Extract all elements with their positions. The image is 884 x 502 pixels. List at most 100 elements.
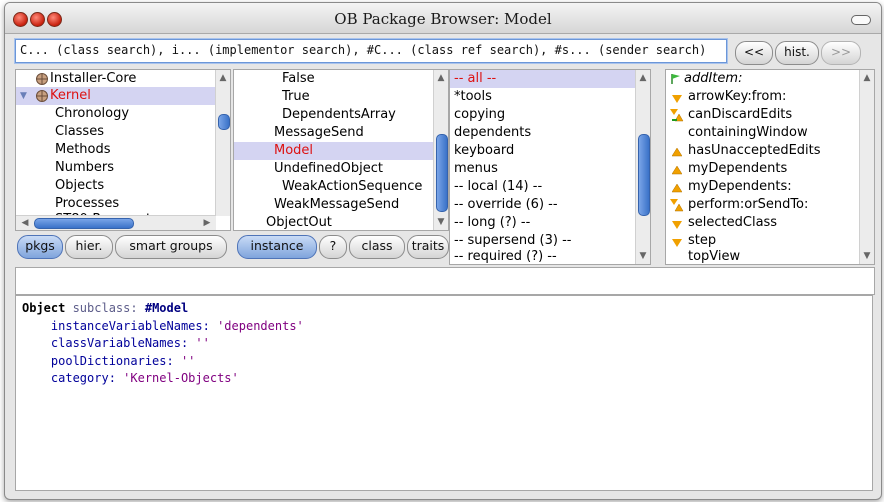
list-item[interactable]: Objects: [16, 177, 230, 195]
browser-window: OB Package Browser: Model C... (class se…: [4, 2, 882, 500]
method-label: hasUnacceptedEdits: [688, 143, 821, 158]
list-item[interactable]: Methods: [16, 141, 230, 159]
scroll-thumb[interactable]: [638, 134, 650, 216]
scroll-down-icon[interactable]: ▼: [434, 216, 448, 228]
list-item[interactable]: addItem:: [666, 70, 874, 88]
vertical-scrollbar[interactable]: ▲ ▼: [859, 70, 874, 264]
list-item[interactable]: -- all --: [450, 70, 650, 88]
protocol-label: dependents: [454, 125, 532, 140]
scroll-thumb[interactable]: [436, 134, 448, 212]
list-item[interactable]: -- required (?) --: [450, 248, 650, 264]
list-item[interactable]: myDependents:: [666, 178, 874, 196]
forward-button[interactable]: >>: [821, 41, 861, 65]
method-list[interactable]: addItem: arrowKey:from: canDiscardEdits …: [665, 69, 875, 265]
help-button[interactable]: ?: [319, 235, 347, 259]
method-label: myDependents:: [688, 179, 792, 194]
list-item[interactable]: -- override (6) --: [450, 196, 650, 214]
list-item[interactable]: myDependents: [666, 160, 874, 178]
list-item[interactable]: selectedClass: [666, 214, 874, 232]
category-label: Methods: [55, 142, 111, 157]
list-item[interactable]: dependents: [450, 124, 650, 142]
class-label: Model: [274, 143, 314, 158]
list-item[interactable]: WeakActionSequence: [234, 178, 448, 196]
protocol-label: menus: [454, 161, 498, 176]
package-list[interactable]: Installer-Core ▼ Kernel Chronology Class…: [15, 69, 231, 231]
list-item[interactable]: containingWindow: [666, 124, 874, 142]
code-token: subclass:: [65, 301, 145, 315]
scroll-thumb[interactable]: [218, 114, 230, 130]
title-bar[interactable]: OB Package Browser: Model: [5, 3, 881, 34]
vertical-scrollbar[interactable]: ▲ ▼: [635, 70, 650, 264]
list-item[interactable]: -- long (?) --: [450, 214, 650, 232]
list-item[interactable]: UndefinedObject: [234, 160, 448, 178]
list-item[interactable]: Model: [234, 142, 448, 160]
scroll-down-icon[interactable]: ▼: [860, 250, 874, 262]
protocol-label: keyboard: [454, 143, 515, 158]
scroll-right-icon[interactable]: ▶: [200, 217, 214, 229]
search-input[interactable]: C... (class search), i... (implementor s…: [15, 39, 727, 63]
scroll-left-icon[interactable]: ◀: [18, 217, 32, 229]
method-label: selectedClass: [688, 215, 778, 230]
scroll-up-icon[interactable]: ▲: [434, 72, 448, 84]
code-token: Object: [22, 301, 66, 315]
list-item[interactable]: Classes: [16, 123, 230, 141]
instance-button[interactable]: instance: [237, 235, 317, 259]
list-item[interactable]: Numbers: [16, 159, 230, 177]
category-label: Objects: [55, 178, 105, 193]
method-label: containingWindow: [688, 125, 808, 140]
list-item[interactable]: MessageSend: [234, 124, 448, 142]
list-item[interactable]: keyboard: [450, 142, 650, 160]
list-item[interactable]: -- local (14) --: [450, 178, 650, 196]
class-button[interactable]: class: [349, 235, 405, 259]
packages-button[interactable]: pkgs: [17, 235, 63, 259]
scroll-down-icon[interactable]: ▼: [636, 250, 650, 262]
comment-pane[interactable]: [15, 267, 875, 295]
list-item[interactable]: WeakMessageSend: [234, 196, 448, 214]
code-editor[interactable]: Object subclass: #Model instanceVariable…: [15, 295, 873, 491]
traits-button[interactable]: traits: [407, 235, 449, 259]
method-label: arrowKey:from:: [688, 89, 787, 104]
code-token: poolDictionaries:: [22, 353, 181, 368]
protocol-label: copying: [454, 107, 506, 122]
hierarchy-button[interactable]: hier.: [65, 235, 113, 259]
list-item[interactable]: Installer-Core: [16, 70, 230, 88]
protocol-label: -- required (?) --: [454, 249, 557, 264]
package-label: Kernel: [50, 88, 91, 103]
class-list[interactable]: False True DependentsArray MessageSend M…: [233, 69, 449, 231]
list-item[interactable]: Chronology: [16, 105, 230, 123]
list-item[interactable]: copying: [450, 106, 650, 124]
list-item[interactable]: False: [234, 70, 448, 88]
code-token: #Model: [144, 301, 189, 315]
list-item[interactable]: *tools: [450, 88, 650, 106]
scroll-up-icon[interactable]: ▲: [636, 72, 650, 84]
code-token: classVariableNames:: [22, 336, 196, 350]
method-label: myDependents: [688, 161, 788, 176]
scroll-thumb[interactable]: [34, 218, 134, 229]
list-item[interactable]: canDiscardEdits: [666, 106, 874, 124]
window-title: OB Package Browser: Model: [334, 10, 552, 28]
back-button[interactable]: <<: [735, 41, 773, 65]
list-item[interactable]: perform:orSendTo:: [666, 196, 874, 214]
list-item[interactable]: True: [234, 88, 448, 106]
class-label: WeakActionSequence: [282, 179, 423, 194]
vertical-scrollbar[interactable]: ▲ ▼: [433, 70, 448, 230]
category-label: Classes: [55, 124, 104, 139]
protocol-label: -- all --: [454, 71, 497, 86]
horizontal-scrollbar[interactable]: ◀ ▶: [16, 215, 216, 230]
protocol-list[interactable]: -- all -- *tools copying dependents keyb…: [449, 69, 651, 265]
expand-triangle-icon[interactable]: ▼: [20, 87, 27, 105]
list-item[interactable]: menus: [450, 160, 650, 178]
smart-groups-button[interactable]: smart groups: [115, 235, 227, 259]
list-item[interactable]: topView: [666, 248, 874, 264]
vertical-scrollbar[interactable]: ▲: [215, 70, 230, 216]
scroll-up-icon[interactable]: ▲: [216, 72, 230, 84]
list-item[interactable]: hasUnacceptedEdits: [666, 142, 874, 160]
scroll-up-icon[interactable]: ▲: [860, 72, 874, 84]
collapse-icon[interactable]: [851, 15, 871, 25]
list-item[interactable]: DependentsArray: [234, 106, 448, 124]
protocol-label: -- local (14) --: [454, 179, 543, 194]
history-button[interactable]: hist.: [775, 41, 819, 65]
list-item[interactable]: ▼ Kernel: [16, 87, 230, 105]
list-item[interactable]: arrowKey:from:: [666, 88, 874, 106]
list-item[interactable]: ObjectOut: [234, 214, 448, 230]
